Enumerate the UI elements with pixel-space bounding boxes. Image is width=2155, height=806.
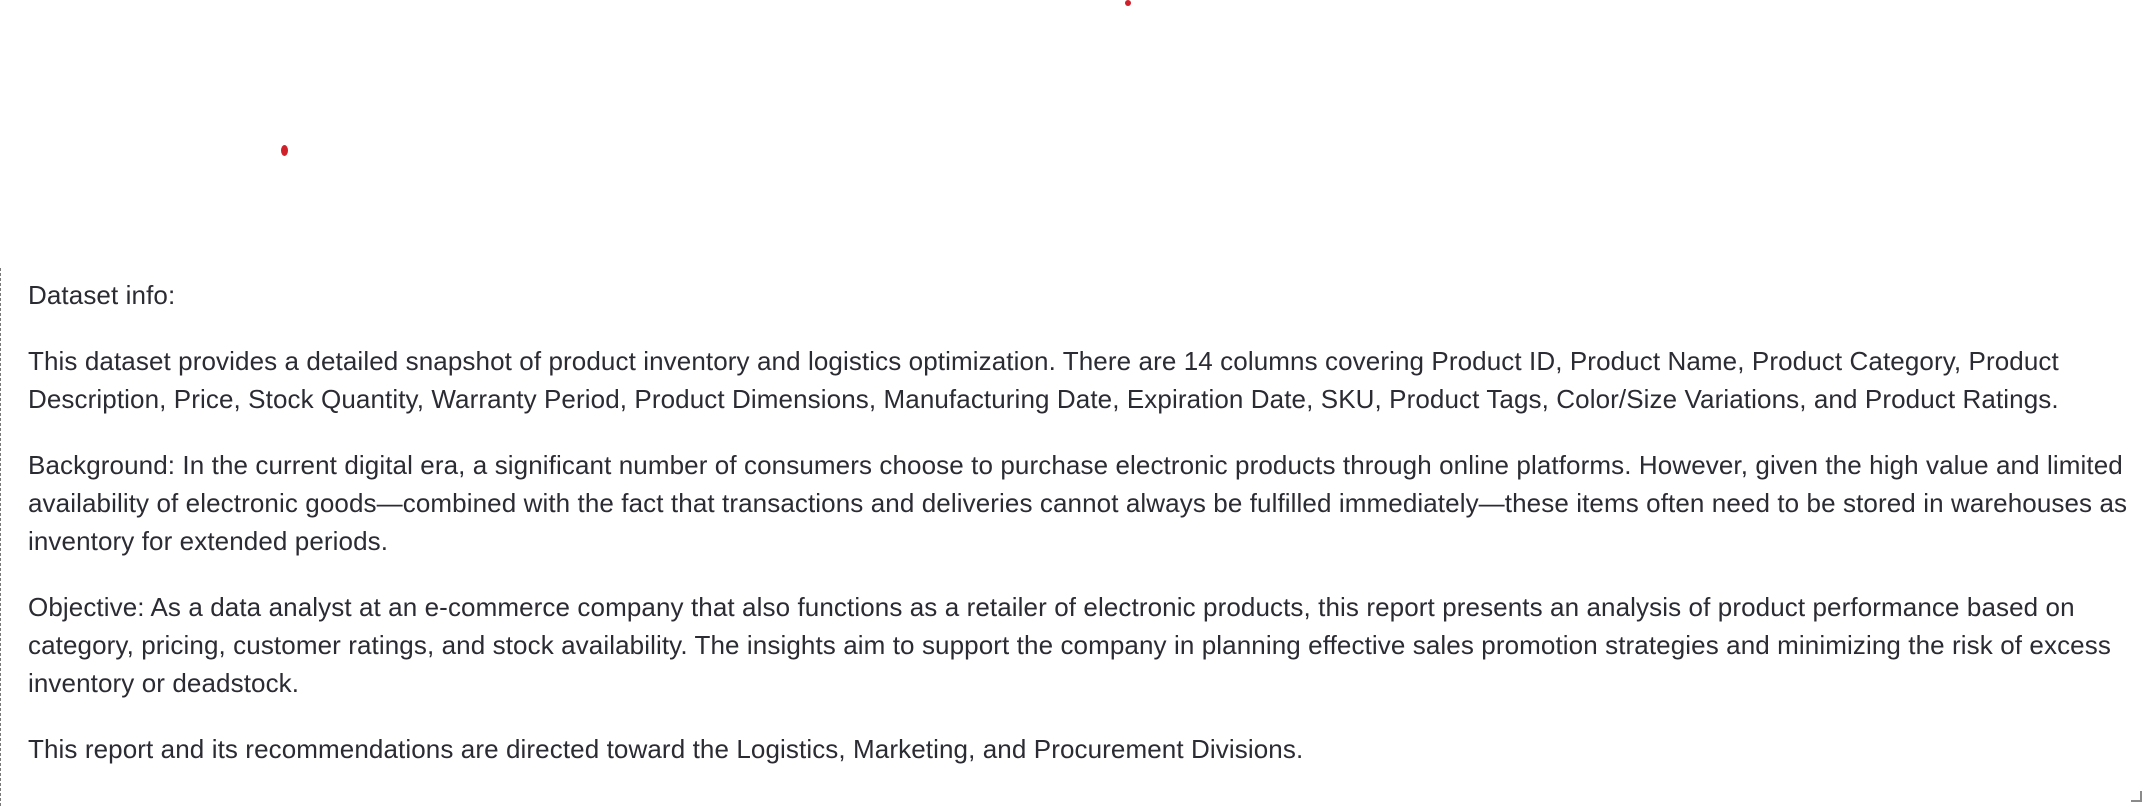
text-cell[interactable]: Dataset info: This dataset provides a de… xyxy=(0,268,2146,806)
background-paragraph: Background: In the current digital era, … xyxy=(28,450,2128,556)
dataset-info-heading: Dataset info: xyxy=(28,280,176,310)
objective-paragraph: Objective: As a data analyst at an e-com… xyxy=(28,592,2111,698)
audience-paragraph: This report and its recommendations are … xyxy=(28,734,1304,764)
dataset-description-paragraph: This dataset provides a detailed snapsho… xyxy=(28,346,2059,414)
page-canvas: Dataset info: This dataset provides a de… xyxy=(0,0,2155,806)
resize-handle-icon[interactable] xyxy=(2131,791,2142,802)
marker-dot xyxy=(1125,0,1131,6)
marker-dot xyxy=(281,145,288,156)
